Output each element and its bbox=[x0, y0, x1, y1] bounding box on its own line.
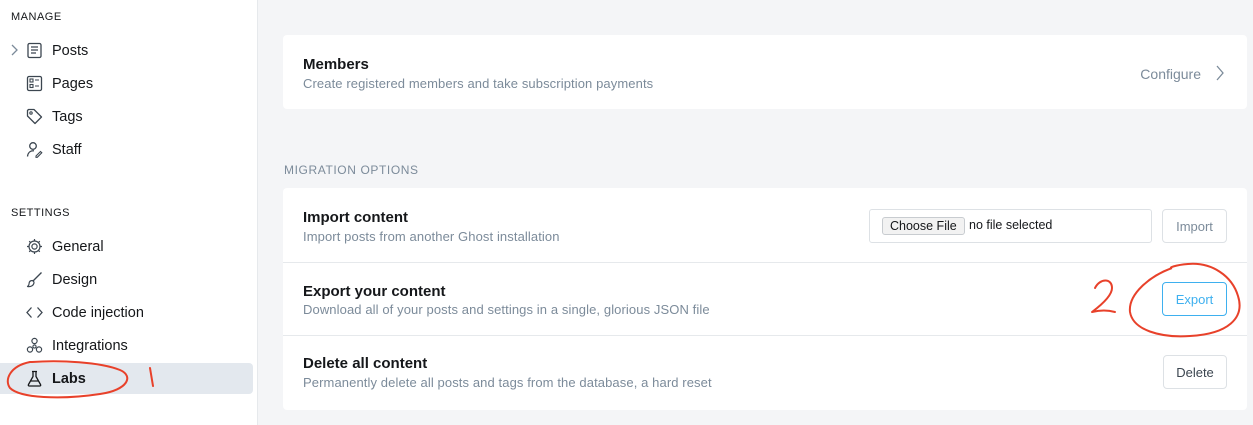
sidebar-item-integrations[interactable]: Integrations bbox=[0, 330, 253, 361]
divider bbox=[283, 262, 1247, 263]
sidebar-item-label: Design bbox=[52, 271, 98, 288]
pages-icon bbox=[26, 75, 43, 92]
sidebar-item-labs[interactable]: Labs bbox=[0, 363, 253, 394]
flask-icon bbox=[26, 370, 43, 387]
manage-section-title: MANAGE bbox=[11, 11, 62, 23]
posts-icon bbox=[26, 42, 43, 59]
sidebar-item-staff[interactable]: Staff bbox=[0, 134, 253, 165]
export-button[interactable]: Export bbox=[1162, 282, 1227, 316]
sidebar-item-tags[interactable]: Tags bbox=[0, 101, 253, 132]
tag-icon bbox=[26, 108, 43, 125]
main-content: Members Create registered members and ta… bbox=[258, 0, 1253, 425]
sidebar-item-label: Staff bbox=[52, 141, 82, 158]
gear-icon bbox=[26, 238, 43, 255]
brush-icon bbox=[26, 271, 43, 288]
delete-button[interactable]: Delete bbox=[1163, 355, 1227, 389]
sidebar-item-general[interactable]: General bbox=[0, 231, 253, 262]
sidebar-item-label: Labs bbox=[52, 370, 86, 387]
chevron-right-icon[interactable] bbox=[1215, 64, 1225, 82]
app: MANAGE Posts Pages Tags Staff SETTINGS G… bbox=[0, 0, 1253, 425]
divider bbox=[283, 335, 1247, 336]
sidebar-item-posts[interactable]: Posts bbox=[0, 35, 253, 66]
sidebar-item-label: Pages bbox=[52, 75, 94, 92]
sidebar-item-design[interactable]: Design bbox=[0, 264, 253, 295]
sidebar-item-label: Integrations bbox=[52, 337, 128, 354]
delete-description: Permanently delete all posts and tags fr… bbox=[303, 375, 712, 390]
delete-title: Delete all content bbox=[303, 355, 428, 372]
import-title: Import content bbox=[303, 209, 408, 226]
code-icon bbox=[26, 304, 43, 321]
settings-section-title: SETTINGS bbox=[11, 207, 71, 219]
sidebar: MANAGE Posts Pages Tags Staff SETTINGS G… bbox=[0, 0, 258, 425]
sidebar-item-code-injection[interactable]: Code injection bbox=[0, 297, 253, 328]
import-button[interactable]: Import bbox=[1162, 209, 1227, 243]
choose-file-button[interactable]: Choose File bbox=[882, 217, 965, 235]
staff-icon bbox=[26, 141, 43, 158]
sidebar-item-label: Code injection bbox=[52, 304, 144, 321]
members-description: Create registered members and take subsc… bbox=[303, 76, 654, 91]
configure-link[interactable]: Configure bbox=[1140, 66, 1201, 82]
import-description: Import posts from another Ghost installa… bbox=[303, 229, 560, 244]
migration-section-title: MIGRATION OPTIONS bbox=[284, 163, 419, 177]
chevron-right-icon[interactable] bbox=[9, 44, 19, 56]
file-status: no file selected bbox=[969, 218, 1053, 232]
export-title: Export your content bbox=[303, 283, 446, 300]
sidebar-item-pages[interactable]: Pages bbox=[0, 68, 253, 99]
sidebar-item-label: Tags bbox=[52, 108, 83, 125]
file-input[interactable]: Choose File no file selected bbox=[869, 209, 1152, 243]
members-title: Members bbox=[303, 56, 369, 73]
integrations-icon bbox=[26, 337, 43, 354]
sidebar-item-label: Posts bbox=[52, 42, 89, 59]
export-description: Download all of your posts and settings … bbox=[303, 302, 710, 317]
sidebar-item-label: General bbox=[52, 238, 104, 255]
members-card[interactable]: Members Create registered members and ta… bbox=[283, 35, 1247, 109]
